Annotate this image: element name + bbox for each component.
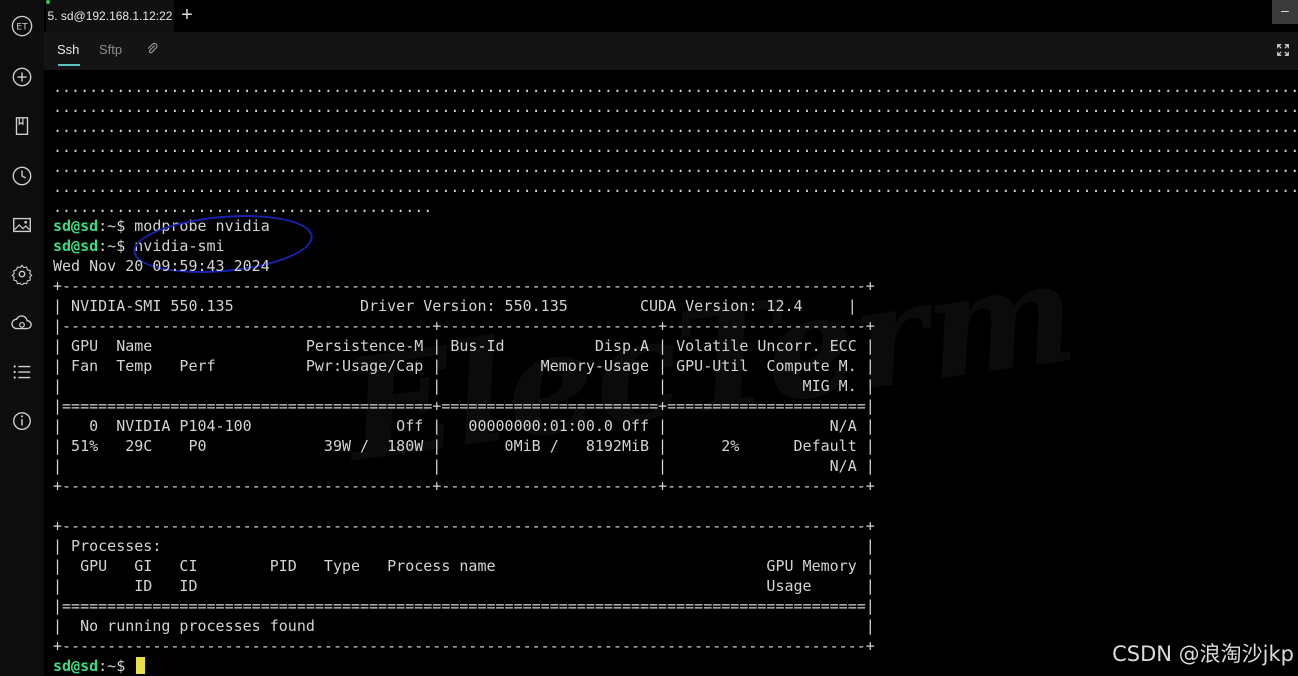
image-icon[interactable] [10, 213, 34, 237]
add-icon[interactable] [10, 65, 34, 89]
smi-line: | No running processes found | [53, 617, 875, 635]
smi-line: |=======================================… [53, 597, 875, 615]
terminal-line: ........................................… [53, 78, 1298, 96]
smi-line: +---------------------------------------… [53, 277, 875, 295]
sidebar: ET [0, 0, 45, 676]
bookmark-icon[interactable] [10, 114, 34, 138]
smi-line: | GPU Name Persistence-M | Bus-Id Disp.A… [53, 337, 875, 355]
svg-text:ET: ET [16, 22, 28, 33]
tab-bar: 5. sd@192.168.1.12:22 + – [44, 0, 1298, 32]
terminal-line: ........................................… [53, 118, 1298, 136]
terminal-output[interactable]: ElecTerm ...............................… [44, 70, 1298, 676]
session-subtabs: Ssh Sftp [44, 32, 1298, 70]
current-prompt-line[interactable]: sd@sd:~$ [53, 656, 146, 676]
info-icon[interactable] [10, 409, 34, 433]
smi-line: +---------------------------------------… [53, 637, 875, 655]
smi-line: +---------------------------------------… [53, 517, 875, 535]
fullscreen-icon[interactable] [1276, 43, 1290, 57]
smi-line: | NVIDIA-SMI 550.135 Driver Version: 550… [53, 297, 857, 315]
smi-line: +---------------------------------------… [53, 477, 875, 495]
text-cursor [136, 657, 146, 674]
prompt-user: sd@sd [53, 657, 99, 675]
prompt-path: :~$ [98, 657, 135, 675]
smi-line: | GPU GI CI PID Type Process name GPU Me… [53, 557, 875, 575]
prompt-user: sd@sd [53, 217, 99, 235]
terminal-line: ........................................… [53, 178, 1298, 196]
csdn-watermark: CSDN @浪淘沙jkp [1112, 642, 1294, 666]
tab-ssh[interactable]: Ssh [57, 42, 79, 57]
history-icon[interactable] [10, 164, 34, 188]
tab-label: 5. sd@192.168.1.12:22 [47, 9, 173, 23]
tab-session[interactable]: 5. sd@192.168.1.12:22 [46, 0, 174, 32]
smi-line: | 0 NVIDIA P104-100 Off | 00000000:01:00… [53, 417, 875, 435]
cloud-sync-icon[interactable] [10, 311, 34, 335]
terminal-line: ........................................… [53, 158, 1298, 176]
smi-line: | Processes: | [53, 537, 875, 555]
date-output: Wed Nov 20 09:59:43 2024 [53, 257, 270, 275]
active-tab-underline [58, 64, 80, 66]
smi-line: | | | MIG M. | [53, 377, 875, 395]
status-dot [46, 0, 50, 4]
list-icon[interactable] [10, 360, 34, 384]
attachment-icon[interactable] [145, 42, 159, 56]
new-tab-button[interactable]: + [176, 4, 198, 26]
terminal-line: ........................................… [53, 138, 1298, 156]
settings-icon[interactable] [10, 262, 34, 286]
smi-line: |=======================================… [53, 397, 875, 415]
smi-line: | 51% 29C P0 39W / 180W | 0MiB / 8192MiB… [53, 437, 875, 455]
smi-line: | | | N/A | [53, 457, 875, 475]
minimize-button[interactable]: – [1272, 0, 1298, 24]
prompt-user: sd@sd [53, 237, 99, 255]
smi-line: | ID ID Usage | [53, 577, 875, 595]
terminal-line: ........................................… [53, 98, 1298, 116]
tab-sftp[interactable]: Sftp [99, 42, 122, 57]
et-logo-icon[interactable]: ET [10, 14, 34, 38]
smi-line: |---------------------------------------… [53, 317, 875, 335]
smi-line: | Fan Temp Perf Pwr:Usage/Cap | Memory-U… [53, 357, 875, 375]
prompt-path: :~$ [98, 237, 135, 255]
prompt-path: :~$ [98, 217, 135, 235]
